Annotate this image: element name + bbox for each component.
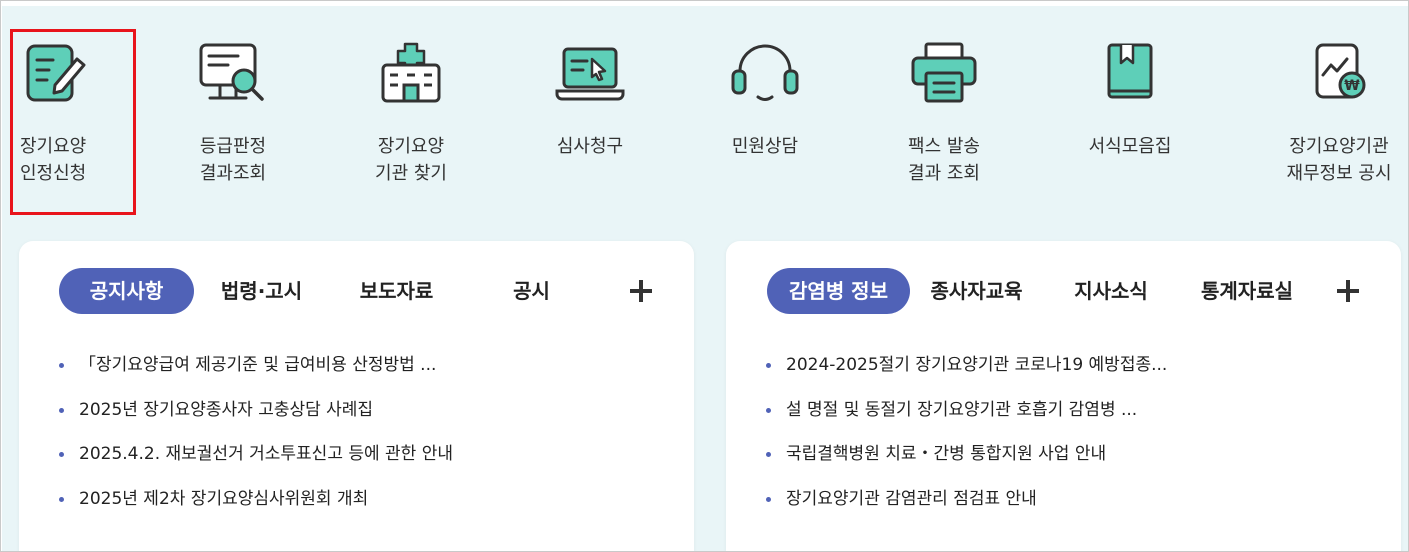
tab-branch-news[interactable]: 지사소식: [1061, 268, 1161, 314]
list-item-text: 2025년 제2차 장기요양심사위원회 개최: [79, 488, 369, 509]
bullet-dot: [59, 363, 64, 368]
tab-infection-info[interactable]: 감염병 정보: [767, 268, 910, 314]
list-item[interactable]: 2024-2025절기 장기요양기관 코로나19 예방접종...: [766, 353, 1381, 398]
laptop-cursor-icon: [555, 47, 625, 101]
tab-press[interactable]: 보도자료: [344, 268, 449, 314]
quick-item-fax-result[interactable]: 팩스 발송 결과 조회: [879, 1, 1009, 211]
tab-laws[interactable]: 법령·고시: [209, 268, 314, 314]
quick-item-financial-disclosure[interactable]: ₩ 장기요양기관 재무정보 공시: [1274, 1, 1404, 211]
notice-list: 「장기요양급여 제공기준 및 급여비용 산정방법 ... 2025년 장기요양종…: [59, 353, 674, 531]
quick-item-label: 장기요양 기관 찾기: [375, 136, 447, 184]
quick-item-forms-collection[interactable]: 서식모음집: [1065, 1, 1195, 211]
quick-item-review-claim[interactable]: 심사청구: [525, 1, 655, 211]
quick-item-label: 서식모음집: [1088, 136, 1172, 157]
list-item-text: 설 명절 및 동절기 장기요양기관 호흡기 감염병 ...: [786, 399, 1138, 420]
notice-tabs: 공지사항 법령·고시 보도자료 공시: [19, 268, 694, 314]
tab-disclosure[interactable]: 공시: [499, 268, 564, 314]
quick-item-label: 민원상담: [731, 136, 799, 157]
quick-item-care-application[interactable]: 장기요양 인정신청: [1, 1, 131, 211]
bullet-dot: [766, 452, 771, 457]
page-frame: 장기요양 인정신청 등급판정 결과조회 장기요양 기관 찾기 심사청구 민원상담…: [0, 0, 1409, 552]
notice-panel: 공지사항 법령·고시 보도자료 공시 「장기요양급여 제공기준 및 급여비용 산…: [19, 241, 694, 551]
quick-item-label: 장기요양기관 재무정보 공시: [1286, 136, 1392, 184]
list-item-text: 장기요양기관 감염관리 점검표 안내: [786, 488, 1037, 509]
bullet-dot: [766, 496, 771, 502]
document-pen-icon: [26, 44, 86, 102]
quick-item-label: 장기요양 인정신청: [20, 136, 87, 184]
list-item-text: 「장기요양급여 제공기준 및 급여비용 산정방법 ...: [79, 355, 437, 375]
infection-list: 2024-2025절기 장기요양기관 코로나19 예방접종... 설 명절 및 …: [766, 353, 1381, 531]
document-chart-won-icon: ₩: [1315, 43, 1366, 99]
list-item[interactable]: 국립결핵병원 치료・간병 통합지원 사업 안내: [766, 442, 1381, 487]
quick-item-label: 등급판정 결과조회: [199, 136, 267, 184]
monitor-search-icon: [199, 43, 264, 101]
list-item[interactable]: 「장기요양급여 제공기준 및 급여비용 산정방법 ...: [59, 353, 674, 398]
list-item[interactable]: 2025년 제2차 장기요양심사위원회 개최: [59, 487, 674, 532]
list-item-text: 국립결핵병원 치료・간병 통합지원 사업 안내: [786, 444, 1107, 464]
bullet-dot: [59, 452, 64, 457]
quick-item-grade-result[interactable]: 등급판정 결과조회: [168, 1, 298, 211]
list-item[interactable]: 설 명절 및 동절기 장기요양기관 호흡기 감염병 ...: [766, 398, 1381, 443]
tab-notices[interactable]: 공지사항: [59, 268, 194, 314]
list-item-text: 2025.4.2. 재보궐선거 거소투표신고 등에 관한 안내: [79, 444, 454, 464]
bullet-dot: [766, 407, 771, 413]
more-plus-icon[interactable]: [1333, 268, 1363, 314]
headset-icon: [731, 44, 799, 101]
tab-statistics[interactable]: 통계자료실: [1188, 268, 1306, 314]
fax-printer-icon: [911, 42, 977, 103]
infection-tabs: 감염병 정보 종사자교육 지사소식 통계자료실: [726, 268, 1401, 314]
list-item-text: 2025년 장기요양종사자 고충상담 사례집: [79, 399, 374, 420]
more-plus-icon[interactable]: [626, 268, 656, 314]
book-icon: [1107, 43, 1153, 99]
list-item[interactable]: 2025년 장기요양종사자 고충상담 사례집: [59, 398, 674, 443]
bullet-dot: [59, 496, 64, 502]
svg-text:₩: ₩: [1344, 78, 1360, 94]
list-item[interactable]: 2025.4.2. 재보궐선거 거소투표신고 등에 관한 안내: [59, 442, 674, 487]
quick-item-label: 심사청구: [556, 136, 624, 157]
list-item-text: 2024-2025절기 장기요양기관 코로나19 예방접종...: [786, 355, 1168, 375]
bullet-dot: [59, 407, 64, 413]
quick-item-label: 팩스 발송 결과 조회: [908, 136, 980, 184]
quick-item-civil-consult[interactable]: 민원상담: [700, 1, 830, 211]
quick-item-find-institution[interactable]: 장기요양 기관 찾기: [346, 1, 476, 211]
tab-worker-education[interactable]: 종사자교육: [919, 268, 1034, 314]
hospital-building-icon: [381, 42, 441, 103]
infection-panel: 감염병 정보 종사자교육 지사소식 통계자료실 2024-2025절기 장기요양…: [726, 241, 1401, 551]
list-item[interactable]: 장기요양기관 감염관리 점검표 안내: [766, 487, 1381, 532]
bullet-dot: [766, 363, 771, 368]
